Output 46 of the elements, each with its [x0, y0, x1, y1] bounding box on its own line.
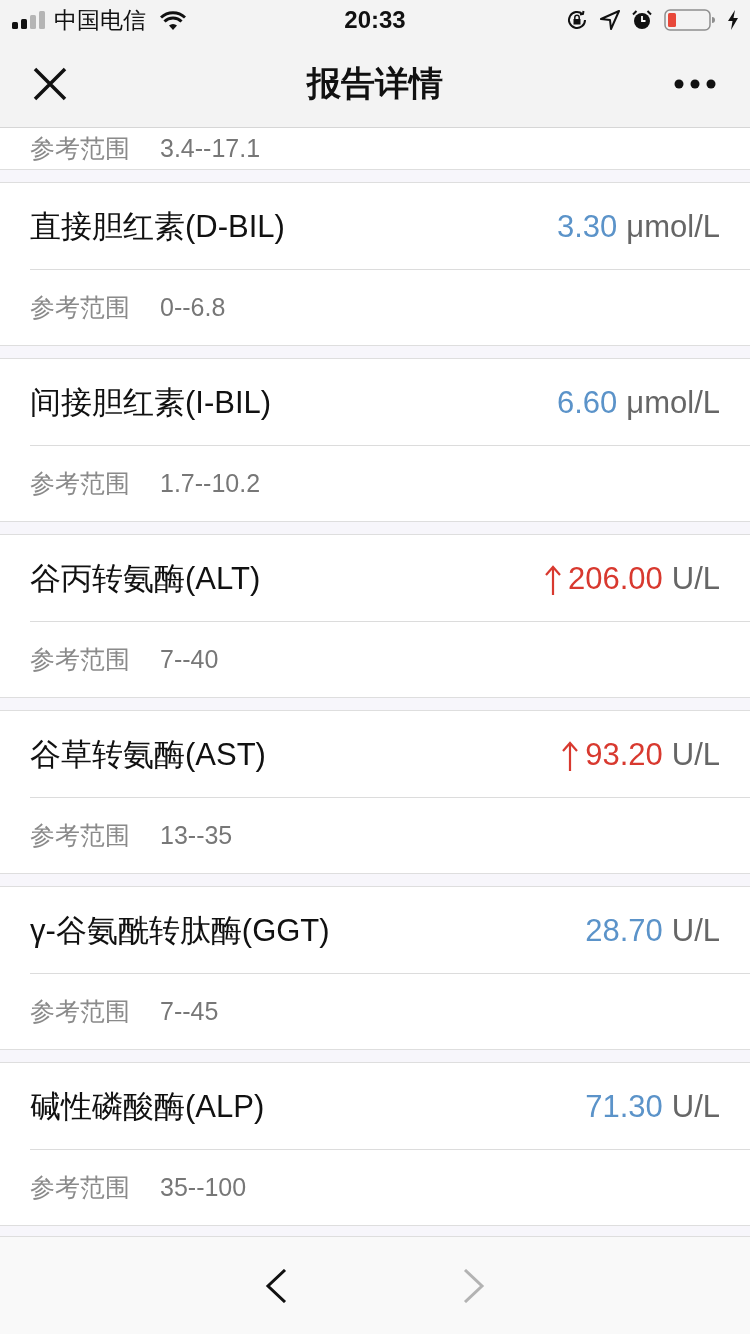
test-name: 谷丙转氨酶(ALT)	[30, 562, 261, 594]
range-label: 参考范围	[30, 471, 130, 496]
location-arrow-icon	[600, 10, 620, 30]
test-name: γ-谷氨酰转肽酶(GGT)	[30, 914, 330, 946]
unit-label: U/L	[671, 914, 720, 946]
carrier-name: 中国电信	[54, 8, 146, 32]
test-name: 间接胆红素(I-BIL)	[30, 386, 272, 418]
unit-label: U/L	[671, 1090, 720, 1122]
range-label: 参考范围	[30, 647, 130, 672]
charging-bolt-icon	[728, 10, 738, 30]
clock-time: 20:33	[344, 8, 406, 32]
close-icon	[33, 66, 67, 101]
more-icon	[674, 78, 716, 89]
range-label: 参考范围	[30, 295, 130, 320]
range-label: 参考范围	[30, 136, 130, 161]
battery-icon	[664, 9, 716, 31]
test-name: 碱性磷酸酶(ALP)	[30, 1090, 265, 1122]
test-name: 直接胆红素(D-BIL)	[30, 210, 285, 242]
range-value: 1.7--10.2	[160, 471, 261, 496]
rotation-lock-icon	[566, 9, 588, 31]
range-value: 35--100	[160, 1175, 247, 1200]
test-value: 28.70	[585, 914, 663, 946]
range-label: 参考范围	[30, 823, 130, 848]
unit-label: U/L	[671, 562, 720, 594]
unit-label: U/L	[671, 738, 720, 770]
chevron-right-icon	[463, 1268, 485, 1303]
range-label: 参考范围	[30, 999, 130, 1024]
signal-icon	[12, 11, 46, 29]
range-value: 7--45	[160, 999, 219, 1024]
test-name: 谷草转氨酶(AST)	[30, 738, 266, 770]
range-value: 0--6.8	[160, 295, 226, 320]
range-value: 13--35	[160, 823, 233, 848]
unit-label: μmol/L	[626, 210, 720, 242]
chevron-left-icon	[265, 1268, 287, 1303]
test-value: 6.60	[557, 386, 618, 418]
unit-label: μmol/L	[626, 386, 720, 418]
wifi-icon	[160, 10, 186, 30]
test-value: 3.30	[557, 210, 618, 242]
page-title: 报告详情	[307, 63, 443, 104]
range-value: 3.4--17.1	[160, 136, 261, 161]
range-label: 参考范围	[30, 1175, 130, 1200]
test-value: 71.30	[585, 1090, 663, 1122]
test-value: 93.20	[585, 738, 663, 770]
alarm-clock-icon	[632, 10, 652, 30]
range-value: 7--40	[160, 647, 219, 672]
test-value: 206.00	[567, 562, 663, 594]
